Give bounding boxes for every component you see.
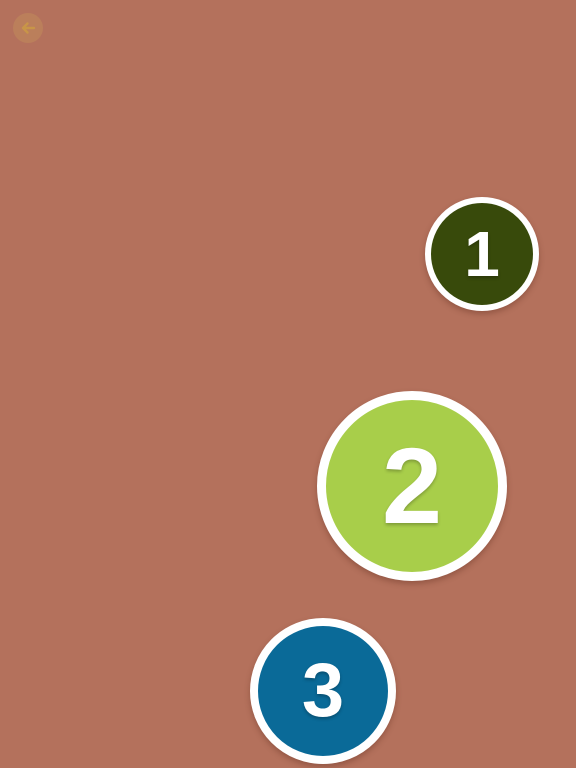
number-bubble-2[interactable]: 2 xyxy=(317,391,507,581)
number-bubble-1[interactable]: 1 xyxy=(425,197,539,311)
bubble-label: 2 xyxy=(381,425,443,546)
number-bubble-3[interactable]: 3 xyxy=(250,618,396,764)
arrow-left-icon xyxy=(21,22,36,34)
back-button[interactable] xyxy=(13,13,43,43)
bubble-label: 3 xyxy=(301,648,345,733)
bubble-label: 1 xyxy=(464,218,500,290)
